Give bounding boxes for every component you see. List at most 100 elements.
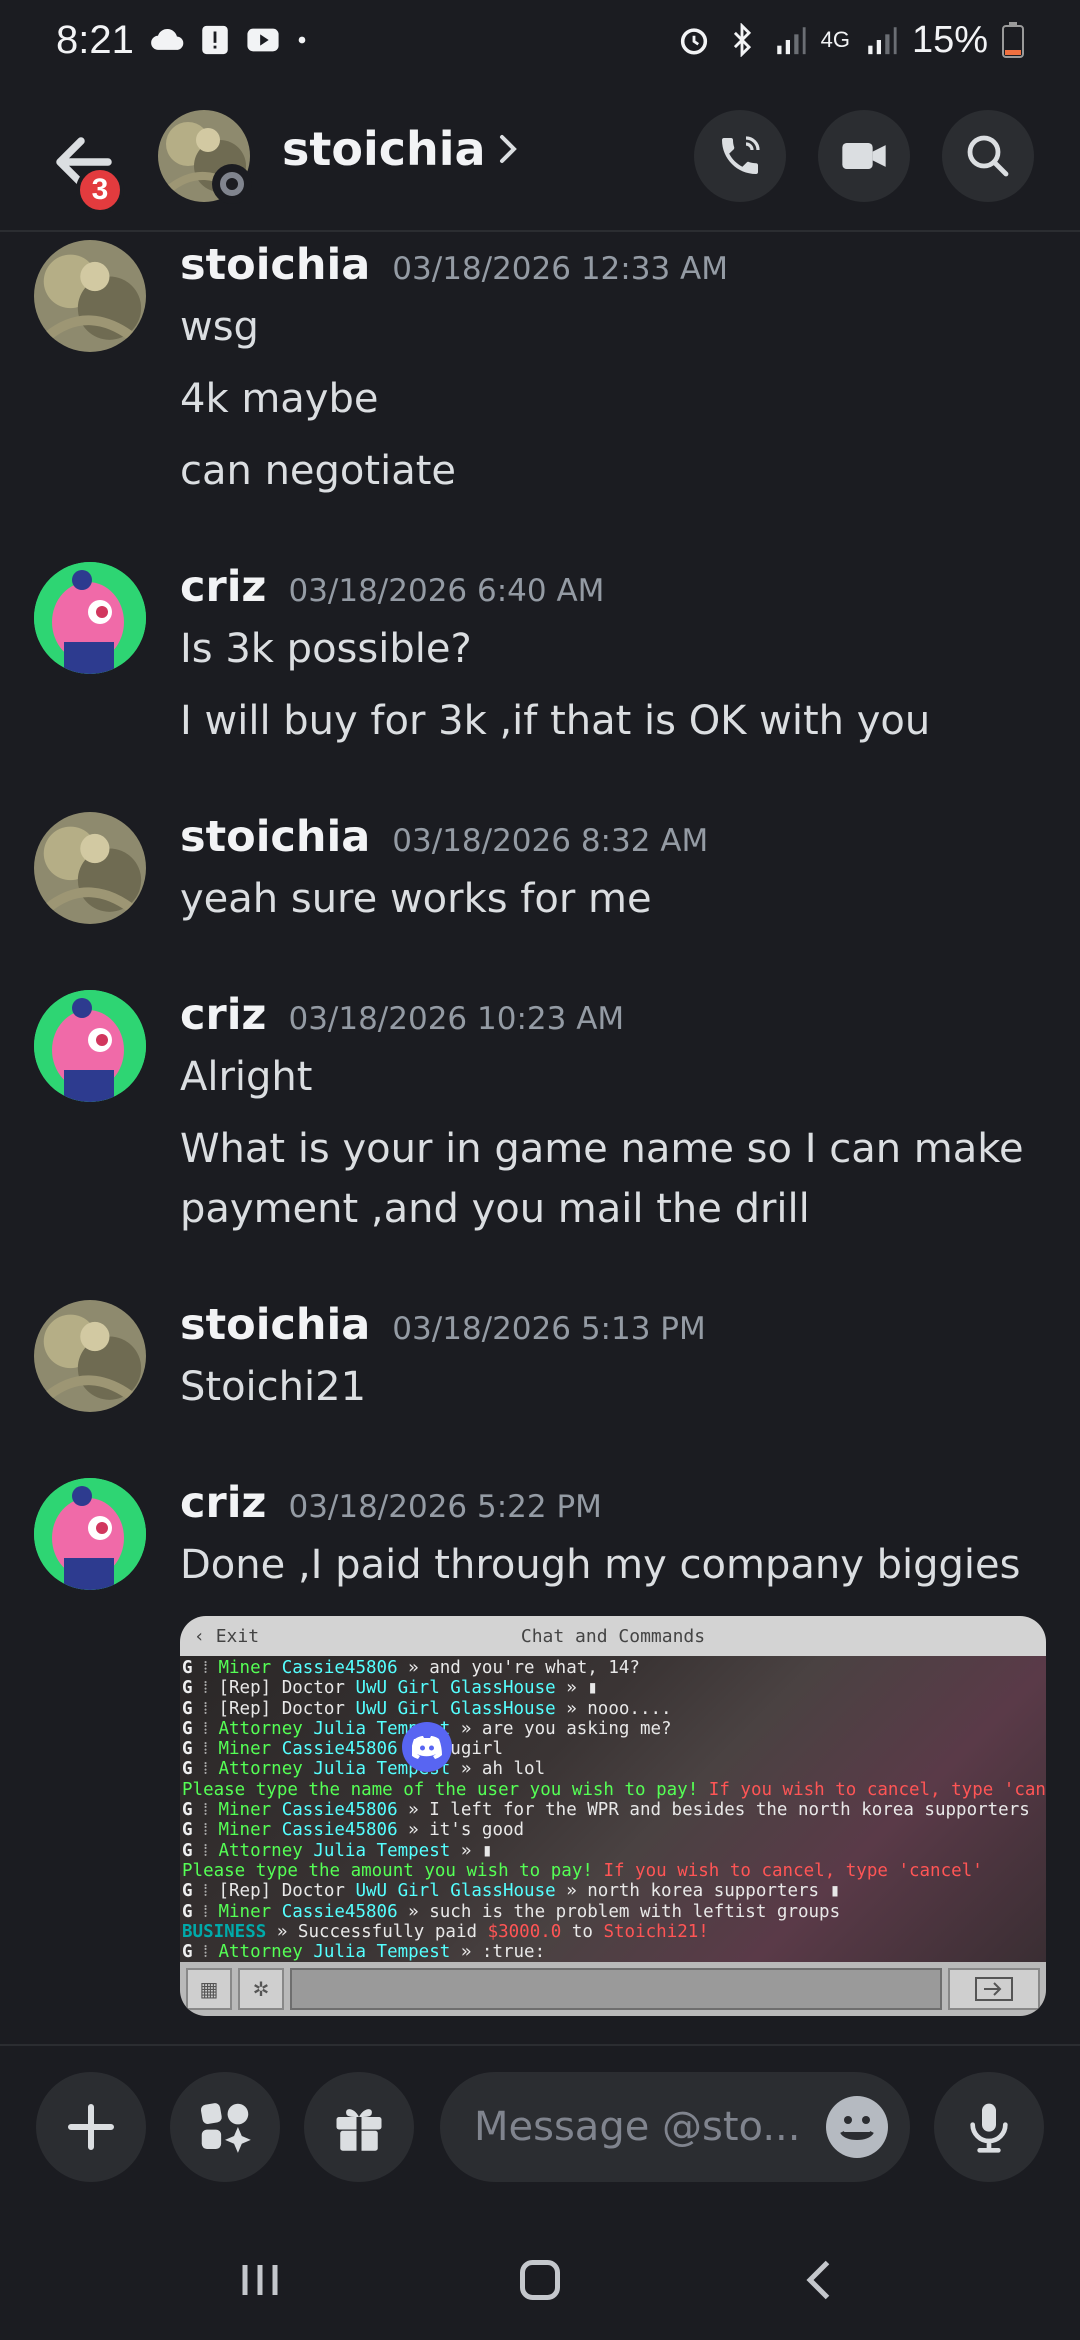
bluetooth-icon	[733, 23, 751, 57]
author-name[interactable]: stoichia	[180, 812, 370, 862]
search-button[interactable]	[942, 110, 1034, 202]
chat-message: » ▮	[555, 1678, 598, 1699]
game-chat-inputbar: ▦ ✲	[180, 1962, 1046, 2016]
message-text: 4k maybe	[180, 376, 379, 422]
chat-payment-recipient: Stoichi21!	[603, 1921, 709, 1942]
recent-apps-icon[interactable]	[230, 2250, 290, 2310]
offline-status-dot	[212, 164, 252, 204]
message-meta: criz 03/18/2026 6:40 AM	[180, 562, 604, 612]
chat-username: Cassie45806	[281, 1901, 398, 1922]
chat-message: » such is the problem with leftist group…	[397, 1901, 841, 1922]
message-text: can negotiate	[180, 448, 456, 494]
message-text: yeah sure works for me	[180, 876, 652, 922]
chat-username: UwU Girl GlassHouse	[355, 1881, 556, 1902]
game-chat-line: Please type the amount you wish to pay! …	[182, 1861, 1044, 1881]
message-list[interactable]: stoichia 03/18/2026 12:33 AM wsg 4k mayb…	[0, 234, 1080, 2044]
author-name[interactable]: criz	[180, 562, 266, 612]
settings-icon: ✲	[238, 1968, 284, 2010]
chat-rank: [Rep] Doctor	[218, 1678, 345, 1699]
chat-rank: Miner	[218, 1820, 272, 1841]
author-name[interactable]: stoichia	[180, 1300, 370, 1350]
network-label: 4G	[820, 27, 850, 52]
apps-icon	[200, 2103, 251, 2153]
message-text: wsg	[180, 304, 259, 350]
message-text: I will buy for 3k ,if that is OK with yo…	[180, 698, 931, 744]
avatar[interactable]	[34, 1300, 146, 1412]
chat-payment-text: » Successfully paid	[266, 1921, 488, 1942]
chat-username: Julia Tempest	[313, 1942, 451, 1962]
chat-rank: Attorney	[218, 1718, 303, 1739]
chat-channel-tag: G	[182, 1698, 193, 1719]
chat-payment-amount: $3000.0	[487, 1921, 562, 1942]
avatar[interactable]	[34, 990, 146, 1102]
home-icon[interactable]	[510, 2250, 570, 2310]
alert-icon	[202, 25, 228, 55]
image-attachment[interactable]: ‹ Exit Chat and Commands G ⁞ Miner Cassi…	[180, 1616, 1046, 2016]
message-text: What is your in game name so I can make	[180, 1126, 1024, 1172]
message-text: payment ,and you mail the drill	[180, 1186, 810, 1232]
microphone-icon	[970, 2103, 1008, 2153]
chat-channel-tag: G	[182, 1678, 193, 1699]
message-input[interactable]: Message @sto...	[440, 2072, 910, 2182]
game-chat-titlebar: ‹ Exit Chat and Commands	[180, 1616, 1046, 1656]
timestamp: 03/18/2026 5:13 PM	[392, 1311, 706, 1347]
chat-username: Cassie45806	[281, 1800, 398, 1821]
game-chat-line: G ⁞ Miner Cassie45806 » uwugirl	[182, 1739, 503, 1760]
avatar[interactable]	[34, 1478, 146, 1590]
author-name[interactable]: stoichia	[180, 240, 370, 290]
plus-icon	[68, 2104, 114, 2150]
back-icon[interactable]	[790, 2250, 850, 2310]
chat-channel-tag: G	[182, 1840, 193, 1861]
chat-message: » are you asking me?	[450, 1718, 672, 1739]
battery-icon	[1002, 22, 1024, 58]
game-chat-line: G ⁞ Miner Cassie45806 » such is the prob…	[182, 1901, 841, 1922]
chat-username: Cassie45806	[281, 1658, 398, 1678]
notification-badge: 3	[76, 166, 124, 214]
chat-rank: Attorney	[218, 1942, 303, 1962]
game-chat-line: G ⁞ Attorney Julia Tempest » ▮	[182, 1840, 493, 1861]
video-camera-icon	[842, 143, 886, 169]
header-title[interactable]: stoichia	[282, 122, 522, 176]
chat-username: Cassie45806	[281, 1820, 398, 1841]
game-chat-title: Chat and Commands	[520, 1625, 706, 1647]
signal-icon-2	[868, 27, 897, 55]
game-chat-line: G ⁞ Miner Cassie45806 » I left for the W…	[182, 1800, 1030, 1821]
game-chat-line: G ⁞ Miner Cassie45806 » and you're what,…	[182, 1658, 640, 1678]
chat-message: » ▮	[450, 1840, 493, 1861]
apps-button[interactable]	[170, 2072, 280, 2182]
gift-button[interactable]	[304, 2072, 414, 2182]
gift-icon	[336, 2109, 382, 2152]
chat-rank: Miner	[218, 1901, 272, 1922]
chat-rank: Miner	[218, 1658, 272, 1678]
game-chat-log: G ⁞ Miner Cassie45806 » and you're what,…	[180, 1656, 1046, 1962]
chat-message: » nooo....	[555, 1698, 672, 1719]
chat-username: Julia Tempest	[313, 1840, 451, 1861]
voice-message-button[interactable]	[934, 2072, 1044, 2182]
add-attachment-button[interactable]	[36, 2072, 146, 2182]
video-call-button[interactable]	[818, 110, 910, 202]
chat-channel-tag: G	[182, 1658, 193, 1678]
chat-system-prompt: Please type the name of the user you wis…	[182, 1779, 699, 1800]
header-username: stoichia	[282, 122, 486, 176]
game-chat-line: G ⁞ Attorney Julia Tempest » are you ask…	[182, 1718, 672, 1739]
battery-percent: 15%	[911, 18, 988, 61]
smiley-icon	[840, 2116, 874, 2140]
message-meta: criz 03/18/2026 10:23 AM	[180, 990, 624, 1040]
chat-username: UwU Girl GlassHouse	[355, 1698, 556, 1719]
chat-system-cancel: If you wish to cancel, type 'cancel'	[708, 1779, 1046, 1800]
avatar[interactable]	[34, 812, 146, 924]
game-chat-line: G ⁞ Attorney Julia Tempest » ah lol	[182, 1759, 546, 1780]
youtube-icon	[247, 28, 279, 52]
voice-call-button[interactable]	[694, 110, 786, 202]
avatar[interactable]	[34, 562, 146, 674]
send-icon	[948, 1968, 1040, 2010]
game-chat-line: BUSINESS » Successfully paid $3000.0 to …	[182, 1922, 1044, 1942]
chat-header: 3 stoichia	[0, 96, 1080, 232]
cloud-icon	[150, 29, 184, 50]
discord-bubble-icon	[402, 1722, 452, 1772]
emoji-button[interactable]	[826, 2096, 888, 2158]
author-name[interactable]: criz	[180, 990, 266, 1040]
author-name[interactable]: criz	[180, 1478, 266, 1528]
game-chat-input	[290, 1968, 942, 2010]
avatar[interactable]	[34, 240, 146, 352]
